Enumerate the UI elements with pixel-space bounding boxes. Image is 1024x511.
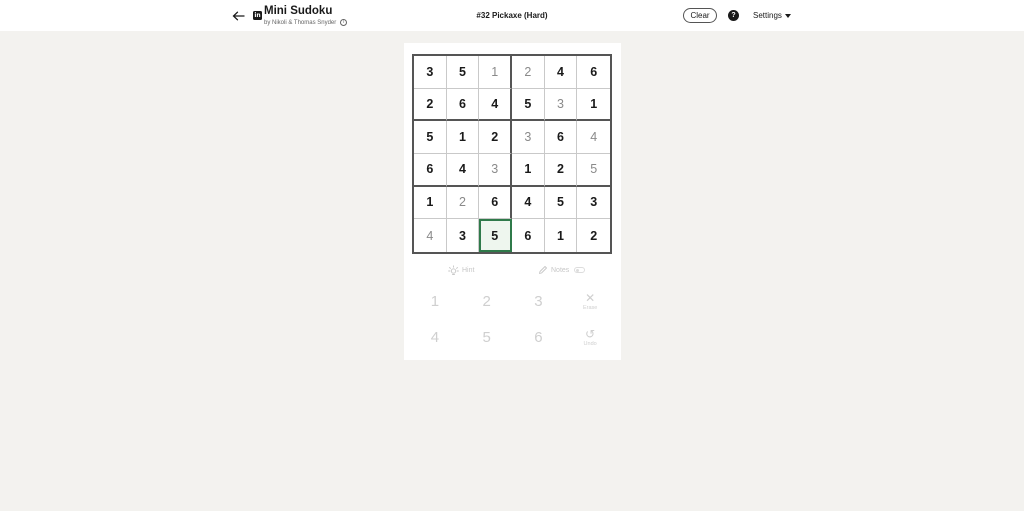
board-cell-r5c3[interactable]: 6 (479, 186, 512, 220)
game-card: 351246264531512364643125126453435612 Hin… (404, 43, 621, 360)
notes-label: Notes (551, 266, 570, 274)
notes-toggle[interactable]: Notes (538, 265, 586, 275)
board-cell-r4c5[interactable]: 2 (544, 154, 578, 187)
board-cell-r6c2[interactable]: 3 (447, 219, 480, 252)
board-cell-r3c5[interactable]: 6 (544, 121, 578, 154)
board-cell-r1c3[interactable]: 1 (479, 56, 512, 89)
notes-switch[interactable] (574, 267, 586, 273)
board-cell-r1c5[interactable]: 4 (544, 56, 578, 89)
hint-label: Hint (462, 267, 475, 274)
board-cell-r6c3[interactable]: 5 (479, 219, 512, 252)
board-cell-r4c3[interactable]: 3 (479, 154, 512, 187)
board-cell-r3c3[interactable]: 2 (479, 121, 512, 154)
board-cell-r5c5[interactable]: 5 (544, 186, 578, 220)
board-cell-r1c2[interactable]: 5 (446, 56, 480, 89)
help-icon[interactable]: ? (728, 10, 739, 21)
board-cell-r4c4[interactable]: 1 (512, 154, 545, 187)
board-cell-r3c6[interactable]: 4 (577, 121, 610, 154)
erase-button[interactable]: ✕ Erase (564, 283, 616, 319)
number-pad: 1 2 3 ✕ Erase 4 5 6 ↺ Undo (409, 283, 616, 355)
undo-label: Undo (583, 340, 597, 347)
board-cell-r4c1[interactable]: 6 (414, 154, 447, 187)
numpad-key-6[interactable]: 6 (513, 319, 565, 355)
settings-dropdown[interactable]: Settings (753, 11, 791, 20)
lightbulb-icon (448, 265, 459, 275)
hint-button[interactable]: Hint (448, 265, 474, 276)
settings-label: Settings (753, 11, 782, 20)
board-cell-r4c6[interactable]: 5 (577, 154, 610, 187)
board-cell-r4c2[interactable]: 4 (446, 154, 480, 187)
board-cell-r5c1[interactable]: 1 (414, 186, 447, 220)
board-cell-r5c6[interactable]: 3 (577, 187, 610, 220)
board-cell-r2c4[interactable]: 5 (512, 88, 545, 122)
numpad-key-3[interactable]: 3 (513, 283, 565, 319)
info-icon[interactable]: i (340, 19, 348, 26)
board-cell-r1c6[interactable]: 6 (577, 56, 610, 89)
undo-button[interactable]: ↺ Undo (564, 319, 616, 355)
board-cell-r2c1[interactable]: 2 (414, 88, 447, 122)
close-icon: ✕ (585, 290, 596, 305)
board-cell-r1c1[interactable]: 3 (414, 56, 447, 89)
numpad-key-1[interactable]: 1 (409, 283, 461, 319)
board-cell-r6c1[interactable]: 4 (414, 219, 447, 252)
numpad-key-5[interactable]: 5 (461, 319, 513, 355)
byline-text: by Nikoli & Thomas Snyder (264, 19, 337, 26)
numpad-key-2[interactable]: 2 (461, 283, 513, 319)
board-cell-r2c6[interactable]: 1 (577, 89, 610, 122)
board-cell-r1c4[interactable]: 2 (512, 56, 545, 89)
pencil-icon (539, 266, 547, 274)
board-cell-r5c4[interactable]: 4 (512, 186, 545, 220)
erase-label: Erase (582, 304, 598, 311)
board-cell-r3c1[interactable]: 5 (414, 121, 447, 154)
board-cell-r6c4[interactable]: 6 (512, 219, 545, 252)
board-cell-r3c4[interactable]: 3 (512, 121, 545, 154)
caret-down-icon (784, 13, 791, 18)
board-cell-r2c3[interactable]: 4 (479, 88, 512, 122)
sudoku-board: 351246264531512364643125126453435612 (412, 54, 612, 254)
undo-icon: ↺ (585, 326, 596, 341)
tools-row: Hint Notes (404, 263, 621, 277)
byline: by Nikoli & Thomas Snyder i (264, 19, 348, 26)
board-cell-r5c2[interactable]: 2 (446, 186, 480, 220)
numpad-key-4[interactable]: 4 (409, 319, 461, 355)
board-cell-r2c5[interactable]: 3 (544, 88, 578, 122)
clear-button[interactable]: Clear (683, 8, 717, 23)
puzzle-title: #32 Pickaxe (Hard) (476, 11, 548, 20)
board-cell-r2c2[interactable]: 6 (446, 88, 480, 122)
top-bar: in Mini Sudoku by Nikoli & Thomas Snyder… (0, 0, 1024, 31)
board-cell-r3c2[interactable]: 1 (446, 121, 480, 154)
board-cell-r6c6[interactable]: 2 (577, 219, 610, 252)
board-cell-r6c5[interactable]: 1 (545, 219, 578, 252)
